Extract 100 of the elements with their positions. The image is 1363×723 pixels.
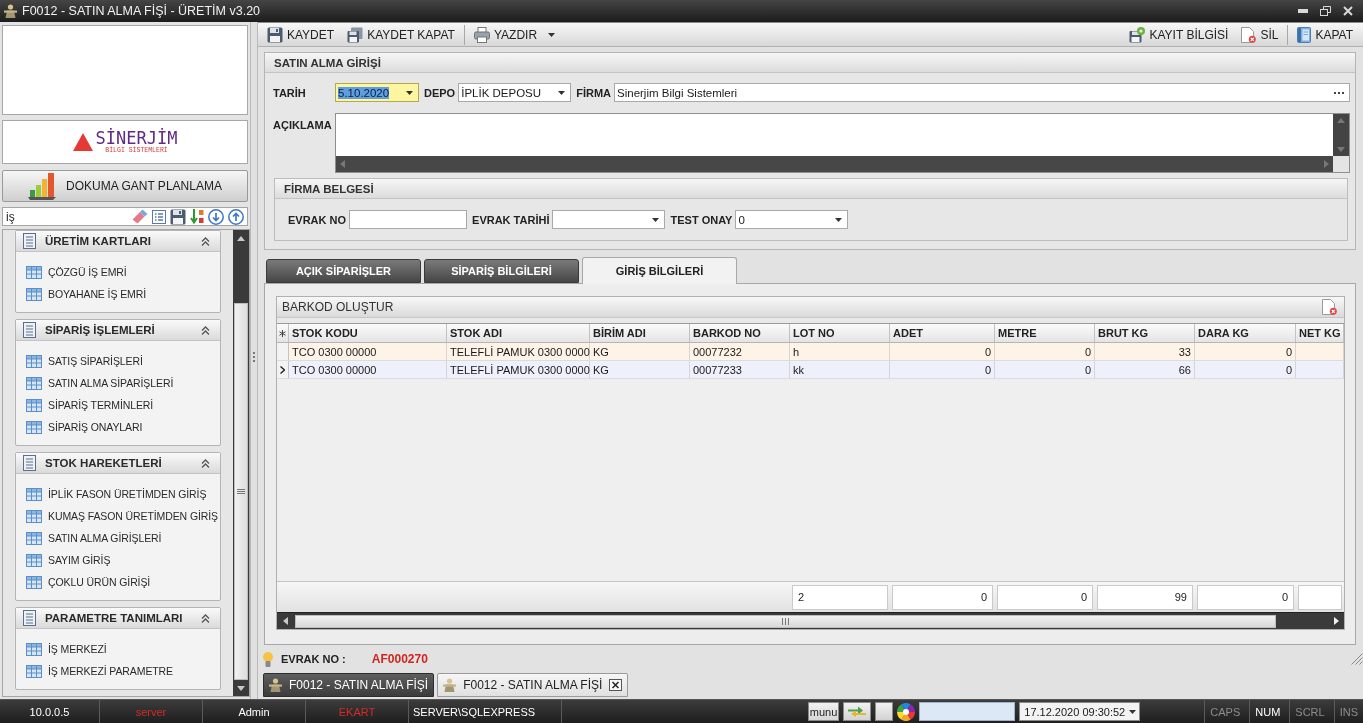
panel-title: BARKOD OLUŞTUR <box>282 300 395 314</box>
tab[interactable]: SİPARİŞ BİLGİLERİ <box>424 259 579 283</box>
nav-item[interactable]: SATIN ALMA GİRİŞLERİ <box>26 527 220 549</box>
table-cell: 00077232 <box>690 343 790 360</box>
section-header: FİRMA BELGESİ <box>275 179 1347 199</box>
status-text: Admin <box>238 705 270 718</box>
group-header[interactable]: ÜRETİM KARTLARI <box>16 231 220 252</box>
scrollbar-thumb[interactable] <box>295 614 1276 628</box>
nav-item[interactable]: İŞ MERKEZİ PARAMETRE <box>26 660 220 682</box>
datetime-field[interactable]: 17.12.2020 09:30:52 <box>1019 702 1141 721</box>
nav-item[interactable]: SİPARİŞ TERMİNLERİ <box>26 394 220 416</box>
save-close-button[interactable]: KAYDET KAPAT <box>343 23 459 46</box>
document-tab[interactable]: F0012 - SATIN ALMA FİŞİ <box>263 673 435 697</box>
print-button[interactable]: YAZDIR <box>469 23 560 46</box>
column-header[interactable]: ADET <box>890 324 995 342</box>
double-chevron-up-icon[interactable] <box>201 236 210 246</box>
gantt-planning-button[interactable]: DOKUMA GANT PLANLAMA <box>2 170 248 202</box>
status-field[interactable] <box>919 702 1016 721</box>
left-arrow-icon[interactable] <box>282 617 288 625</box>
resize-grip-icon[interactable] <box>1351 653 1363 665</box>
menu-button[interactable]: munu <box>807 702 840 721</box>
document-tab[interactable]: F0012 - SATIN ALMA FİŞİ <box>437 673 629 697</box>
summary-cell: 0 <box>1197 584 1294 610</box>
dropdown-field[interactable] <box>552 210 666 229</box>
delete-button[interactable]: SİL <box>1237 23 1283 46</box>
table-cell: 66 <box>1095 361 1195 378</box>
date-field[interactable]: 5.10.2020 <box>335 83 419 102</box>
figure-icon <box>443 678 457 692</box>
table-cell: kk <box>790 361 890 378</box>
group-header[interactable]: STOK HAREKETLERİ <box>16 453 220 474</box>
arrow-down-circle-icon[interactable] <box>208 208 224 225</box>
nav-item[interactable]: ÇOKLU ÜRÜN GİRİŞİ <box>26 571 220 593</box>
restore-icon[interactable] <box>1320 6 1331 16</box>
lookup-field[interactable]: Sinerjim Bilgi Sistemleri <box>614 83 1350 102</box>
dropdown-field[interactable]: 0 <box>735 210 849 229</box>
nav-item[interactable]: İŞ MERKEZİ <box>26 638 220 660</box>
column-header[interactable]: LOT NO <box>790 324 890 342</box>
grip-icon[interactable] <box>237 489 245 494</box>
right-arrow-icon[interactable] <box>1333 617 1339 625</box>
nav-item[interactable]: SATIN ALMA SİPARİŞLERİ <box>26 372 220 394</box>
nav-item[interactable]: İPLİK FASON ÜRETİMDEN GİRİŞ <box>26 483 220 505</box>
arrow-up-circle-icon[interactable] <box>228 208 244 225</box>
save-button[interactable]: KAYDET <box>263 23 339 46</box>
close-button[interactable]: KAPAT <box>1293 23 1357 46</box>
eraser-icon[interactable] <box>132 209 148 224</box>
table-icon <box>26 509 42 523</box>
column-header[interactable]: DARA KG <box>1195 324 1296 342</box>
double-chevron-up-icon[interactable] <box>201 613 210 623</box>
row-indicator[interactable] <box>277 361 289 378</box>
table-row[interactable]: TCO 0300 00000 TELEFLİ PAMUK 0300 0000 KG 00077233 kk 0 0 66 0 <box>277 361 1344 379</box>
nav-item[interactable]: SAYIM GİRİŞ <box>26 549 220 571</box>
group-header[interactable]: PARAMETRE TANIMLARI <box>16 608 220 629</box>
sort-icon[interactable] <box>190 209 204 224</box>
up-arrow-icon[interactable] <box>237 235 245 241</box>
nav-item[interactable]: KUMAŞ FASON ÜRETİMDEN GİRİŞ <box>26 505 220 527</box>
tab[interactable]: GİRİŞ BİLGİLERİ <box>582 257 737 284</box>
field-label: EVRAK TARİHİ <box>472 213 550 226</box>
status-button[interactable] <box>843 702 872 721</box>
chevron-right-icon <box>280 365 285 374</box>
column-header[interactable]: BRUT KG <box>1095 324 1195 342</box>
field-label: FİRMA <box>576 86 611 99</box>
nav-item[interactable]: SATIŞ SİPARİŞLERİ <box>26 350 220 372</box>
text-field[interactable] <box>349 210 468 229</box>
table-row[interactable]: TCO 0300 00000 TELEFLİ PAMUK 0300 0000 KG 00077232 h 0 0 33 0 <box>277 343 1344 361</box>
document-delete-icon <box>1241 26 1257 43</box>
nav-item[interactable]: SİPARİŞ ONAYLARI <box>26 416 220 438</box>
summary-cell: 99 <box>1097 584 1193 610</box>
table-cell: 0 <box>995 361 1095 378</box>
asterisk-icon <box>279 329 286 337</box>
column-header[interactable]: BİRİM ADI <box>590 324 690 342</box>
key-indicator: INS <box>1333 700 1363 723</box>
color-wheel-icon[interactable] <box>897 702 916 721</box>
group-header[interactable]: SİPARİŞ İŞLEMLERİ <box>16 320 220 341</box>
record-info-button[interactable]: KAYIT BİLGİSİ <box>1125 23 1233 46</box>
table-cell: 33 <box>1095 343 1195 360</box>
lightbulb-icon <box>263 651 273 667</box>
down-arrow-icon[interactable] <box>237 685 245 691</box>
status-button[interactable] <box>875 702 894 721</box>
table-cell: h <box>790 343 890 360</box>
search-field[interactable]: iş <box>2 207 248 226</box>
ellipsis-icon[interactable] <box>1334 91 1344 94</box>
grip-icon[interactable] <box>782 617 789 625</box>
scrollbar-corner <box>1333 156 1349 172</box>
column-header[interactable]: STOK ADI <box>447 324 590 342</box>
list-icon[interactable] <box>152 209 166 224</box>
column-header[interactable]: STOK KODU <box>289 324 447 342</box>
column-header[interactable]: BARKOD NO <box>690 324 790 342</box>
scrollbar-thumb[interactable] <box>234 303 248 680</box>
column-header[interactable]: NET KG <box>1296 324 1344 342</box>
table-icon <box>26 265 42 279</box>
nav-item[interactable]: ÇÖZGÜ İŞ EMRİ <box>26 261 220 283</box>
dropdown-field[interactable]: İPLİK DEPOSU <box>458 83 572 102</box>
column-header[interactable]: METRE <box>995 324 1095 342</box>
double-chevron-up-icon[interactable] <box>201 325 210 335</box>
close-icon[interactable] <box>609 679 623 691</box>
field-label: TEST ONAY <box>670 213 733 226</box>
table-icon <box>26 376 42 390</box>
nav-item[interactable]: BOYAHANE İŞ EMRİ <box>26 283 220 305</box>
double-chevron-up-icon[interactable] <box>201 458 210 468</box>
tab[interactable]: AÇIK SİPARİŞLER <box>266 259 421 283</box>
